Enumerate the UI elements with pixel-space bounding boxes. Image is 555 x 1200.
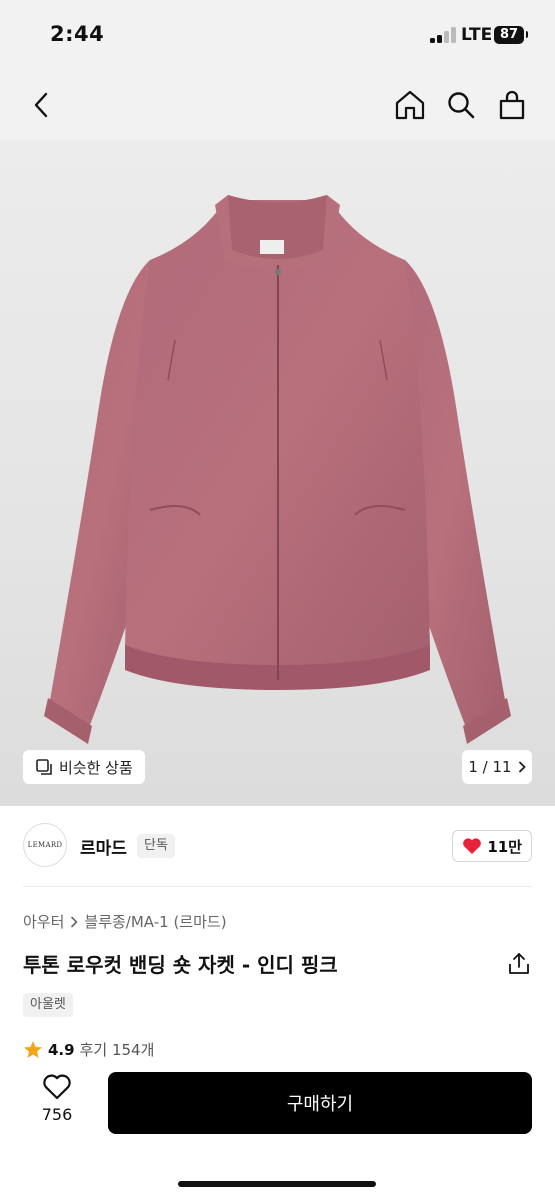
heart-filled-icon (463, 838, 482, 854)
home-indicator (178, 1181, 376, 1187)
breadcrumb-item-category[interactable]: 블루종/MA-1 (르마드) (84, 911, 226, 932)
similar-products-label: 비슷한 상품 (59, 758, 133, 777)
back-arrow-icon (34, 92, 48, 118)
shopping-bag-icon (499, 90, 525, 120)
rating-row[interactable]: 4.9 후기 154개 (23, 1039, 154, 1060)
search-icon (448, 92, 475, 119)
status-bar: 2:44 LTE 87 (0, 0, 555, 70)
brand-logo-text: LEMARD (27, 841, 63, 849)
back-button[interactable] (22, 86, 60, 124)
heart-outline-icon (43, 1074, 71, 1100)
breadcrumb: 아우터 블루종/MA-1 (르마드) (23, 911, 227, 932)
bottom-action-bar: 756 구매하기 (0, 1059, 555, 1200)
buy-button[interactable]: 구매하기 (108, 1072, 532, 1134)
nav-bar (0, 70, 555, 140)
product-image-carousel[interactable]: 비슷한 상품 1 / 11 (0, 140, 555, 806)
image-counter: 1 / 11 (468, 758, 512, 776)
network-label: LTE (461, 25, 493, 45)
exclusive-badge: 단독 (137, 834, 175, 858)
image-counter-button[interactable]: 1 / 11 (462, 750, 532, 784)
home-icon (395, 90, 425, 120)
battery-icon: 87 (494, 26, 524, 44)
home-button[interactable] (391, 86, 429, 124)
chevron-right-icon (518, 761, 526, 773)
similar-products-icon (36, 759, 52, 775)
brand-name-link[interactable]: 르마드 (80, 834, 127, 859)
similar-products-button[interactable]: 비슷한 상품 (23, 750, 145, 784)
brand-like-button[interactable]: 11만 (452, 830, 532, 862)
brand-logo[interactable]: LEMARD (23, 823, 67, 867)
wishlist-button[interactable]: 756 (28, 1073, 86, 1135)
share-button[interactable] (506, 951, 532, 977)
product-photo-jacket (44, 195, 511, 744)
battery-tip (526, 31, 528, 38)
brand-like-count: 11만 (487, 837, 522, 856)
search-button[interactable] (442, 86, 480, 124)
divider (23, 886, 532, 887)
chevron-right-icon (71, 916, 79, 927)
brand-row: LEMARD 르마드 단독 11만 (0, 806, 555, 886)
breadcrumb-item-outer[interactable]: 아우터 (23, 911, 64, 932)
cart-button[interactable] (493, 86, 531, 124)
share-icon (509, 953, 529, 974)
outlet-tag: 아울렛 (23, 993, 73, 1017)
star-icon (24, 1041, 42, 1058)
signal-icon (430, 27, 456, 43)
wishlist-count: 756 (41, 1105, 73, 1124)
product-title: 투톤 로우컷 밴딩 숏 자켓 - 인디 핑크 (23, 953, 338, 977)
status-time: 2:44 (50, 22, 105, 46)
rating-score: 4.9 (48, 1040, 75, 1059)
review-count: 후기 154개 (79, 1041, 155, 1059)
